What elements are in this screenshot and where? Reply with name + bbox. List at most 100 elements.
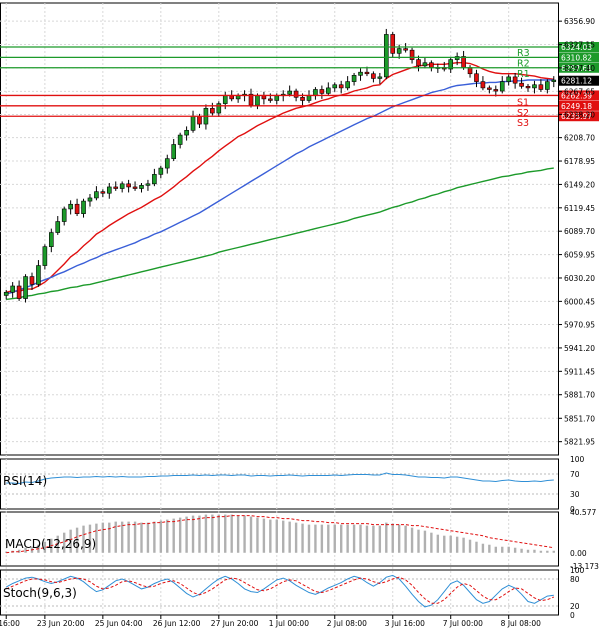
ma-mid-line bbox=[6, 79, 554, 295]
candle-body bbox=[545, 81, 550, 90]
candle-body bbox=[61, 208, 67, 222]
x-tick-label: 3 Jul 16:00 bbox=[385, 619, 425, 628]
candle-body bbox=[338, 84, 344, 89]
stoch-y-label: 80 bbox=[570, 575, 580, 584]
candle-body bbox=[364, 71, 370, 75]
x-tick-label: 16:00 bbox=[0, 619, 20, 628]
candle-body bbox=[293, 90, 299, 98]
candle-body bbox=[416, 59, 421, 67]
y-tick-label: 5970.95 bbox=[564, 321, 595, 330]
y-tick-label: 6327.15 bbox=[564, 41, 595, 50]
x-tick-label: 23 Jun 20:00 bbox=[37, 619, 85, 628]
stoch-y-label: 20 bbox=[570, 602, 580, 611]
y-tick-label: 6208.70 bbox=[564, 134, 595, 143]
y-tick-label: 6267.65 bbox=[564, 87, 595, 96]
stoch-k-line bbox=[5, 574, 554, 608]
candle-body bbox=[300, 97, 305, 101]
candle-body bbox=[499, 81, 505, 92]
candle-body bbox=[164, 158, 170, 169]
level-label-r1: R1 bbox=[517, 69, 530, 80]
candle-body bbox=[261, 95, 267, 100]
chart-window: R3 6324.03 R2 6310.82 R1 6297.61 S1 6262.39 S2 62… bbox=[0, 0, 600, 631]
level-label-s3: S3 bbox=[517, 118, 529, 129]
candle-body bbox=[429, 62, 434, 68]
candle-body bbox=[255, 95, 260, 106]
candle-body bbox=[358, 71, 363, 76]
macd-y-label: 0.00 bbox=[570, 549, 587, 558]
candle-body bbox=[532, 84, 537, 89]
y-tick-label: 5911.45 bbox=[564, 367, 595, 376]
y-tick-label: 5851.70 bbox=[564, 414, 595, 423]
level-price-value: 6310.82 bbox=[561, 53, 592, 62]
candle-body bbox=[3, 291, 9, 296]
macd-title: MACD(12,26,9) bbox=[5, 537, 96, 551]
price-chart: R36324.03R26310.82R16297.61S16262.39S262… bbox=[0, 2, 599, 628]
candle-body bbox=[396, 48, 402, 54]
macd-y-label: 40.577 bbox=[570, 508, 596, 517]
candle-body bbox=[461, 56, 466, 68]
x-tick-label: 1 Jul 00:00 bbox=[269, 619, 309, 628]
grid-lines bbox=[0, 2, 559, 616]
candle-body bbox=[94, 191, 99, 199]
y-tick-label: 6000.45 bbox=[564, 297, 595, 306]
candle-body bbox=[538, 84, 544, 90]
candle-body bbox=[106, 186, 112, 194]
rsi-title: RSI(14) bbox=[3, 474, 47, 488]
candle-body bbox=[158, 167, 164, 175]
candle-body bbox=[319, 89, 325, 94]
candle-body bbox=[235, 95, 241, 100]
candle-body bbox=[29, 276, 35, 285]
candle-body bbox=[229, 95, 234, 100]
rsi-panel: 10070300RSI(14) bbox=[0, 455, 585, 514]
candle-body bbox=[422, 62, 428, 67]
candle-body bbox=[493, 89, 499, 92]
candle-body bbox=[222, 95, 228, 104]
candle-body bbox=[145, 183, 151, 186]
rsi-y-label: 70 bbox=[570, 470, 580, 479]
candle-body bbox=[126, 183, 131, 188]
candle-body bbox=[100, 191, 106, 194]
candle-body bbox=[49, 232, 54, 247]
candle-body bbox=[351, 75, 357, 82]
x-tick-label: 27 Jun 20:00 bbox=[211, 619, 259, 628]
y-tick-label: 6238.20 bbox=[564, 110, 595, 119]
candle-body bbox=[383, 34, 389, 78]
y-tick-label: 5941.20 bbox=[564, 344, 595, 353]
candle-body bbox=[345, 81, 350, 89]
y-tick-label: 5821.95 bbox=[564, 438, 595, 447]
candle-body bbox=[525, 86, 531, 89]
candle-body bbox=[197, 115, 202, 125]
candle-body bbox=[10, 285, 15, 293]
stoch-title: Stoch(9,6,3) bbox=[3, 586, 77, 600]
candle-body bbox=[519, 82, 524, 87]
candle-body bbox=[506, 76, 511, 82]
candle-body bbox=[274, 95, 280, 101]
candle-body bbox=[68, 203, 73, 210]
candle-body bbox=[42, 246, 48, 266]
x-tick-label: 26 Jun 12:00 bbox=[153, 619, 201, 628]
candle-body bbox=[74, 203, 80, 214]
y-tick-label: 6178.95 bbox=[564, 157, 595, 166]
y-tick-label: 6356.90 bbox=[564, 17, 595, 26]
y-tick-label: 6059.95 bbox=[564, 251, 595, 260]
candle-body bbox=[474, 73, 479, 82]
stoch-panel: 10080 200 Stoch(9,6,3) bbox=[0, 566, 585, 620]
candle-body bbox=[551, 79, 557, 82]
candle-body bbox=[81, 200, 86, 214]
candle-body bbox=[139, 185, 144, 189]
candle-body bbox=[377, 76, 383, 79]
stoch-panel-frame bbox=[0, 569, 559, 616]
y-tick-label: 6089.70 bbox=[564, 227, 595, 236]
candle-body bbox=[171, 144, 177, 159]
y-tick-label: 5881.70 bbox=[564, 391, 595, 400]
x-tick-label: 8 Jul 08:00 bbox=[501, 619, 541, 628]
candle-body bbox=[306, 95, 312, 101]
moving-averages bbox=[6, 62, 554, 301]
candle-body bbox=[113, 186, 119, 189]
candle-body bbox=[487, 87, 492, 90]
candle-body bbox=[268, 98, 273, 101]
stoch-y-label: 0 bbox=[570, 611, 575, 620]
candle-body bbox=[326, 87, 331, 94]
y-tick-label: 6149.20 bbox=[564, 180, 595, 189]
candle-body bbox=[36, 265, 41, 285]
